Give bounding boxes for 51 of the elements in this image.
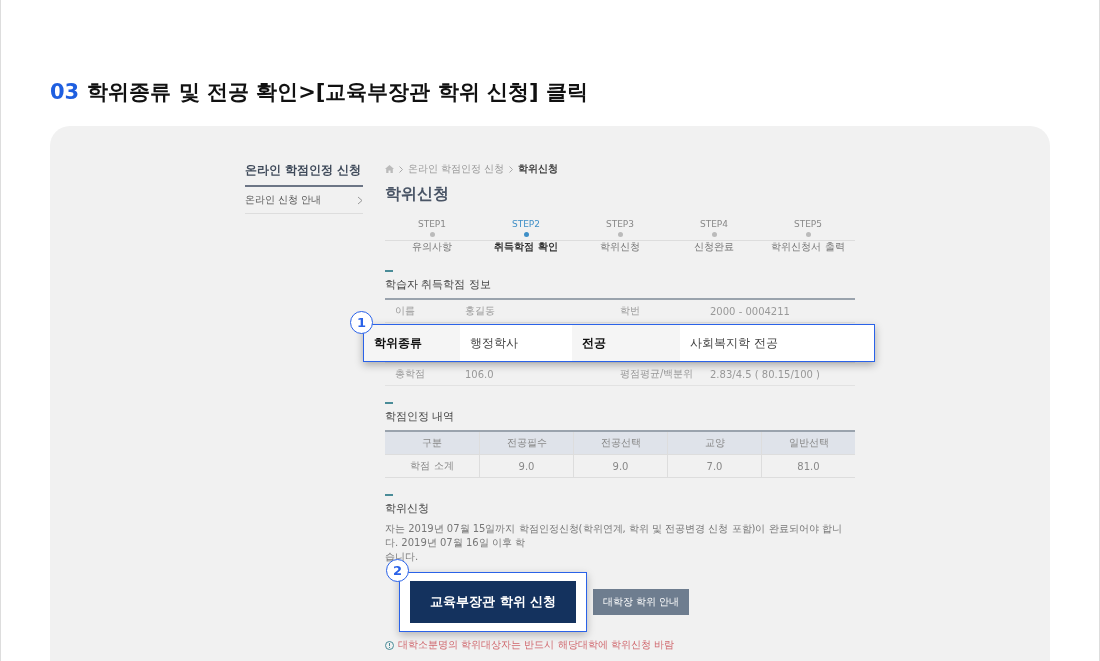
info-value: 2000 - 0004211 xyxy=(709,305,791,317)
step-label: 취득학점 확인 xyxy=(494,240,558,254)
step-number: STEP2 xyxy=(511,219,541,229)
info-value: 106.0 xyxy=(464,368,495,380)
column-header: 전공선택 xyxy=(573,432,667,454)
chevron-icon xyxy=(399,165,403,173)
info-label: 이름 xyxy=(394,304,416,318)
field-value: 사회복지학 전공 xyxy=(680,325,874,361)
info-icon xyxy=(385,640,394,650)
guide-button[interactable]: 대학장 학위 안내 xyxy=(593,589,690,615)
column-header: 일반선택 xyxy=(761,432,855,454)
section-title: 학습자 취득학점 정보 xyxy=(385,277,492,292)
page-title: 학위신청 xyxy=(385,184,450,205)
table-cell: 81.0 xyxy=(761,455,855,477)
sidebar-item[interactable]: 온라인 신청 안내 xyxy=(245,187,363,214)
table-cell-text: 학점 소계 xyxy=(409,459,455,473)
info-value: 홍길동 xyxy=(464,304,496,318)
step-label: 학위신청서 출력 xyxy=(771,240,845,254)
field-label: 전공 xyxy=(572,325,680,361)
info-value: 2.83/4.5 ( 80.15/100 ) xyxy=(709,368,821,380)
chevron-icon xyxy=(509,165,514,173)
column-header: 구분 xyxy=(421,436,443,450)
info-label: 총학점 xyxy=(394,367,426,381)
breadcrumb-link[interactable]: 학위신청 xyxy=(518,162,559,176)
notice-text: 자는 2019년 07월 15일까지 학점인정신청(학위연계, 학위 및 전공변경 신청 포함)이 완료되어야 합니다. 2019년 07월 16일 이후 학 xyxy=(385,522,843,550)
field-label: 학위종류 xyxy=(364,325,460,361)
table-cell: 9.0 xyxy=(479,455,573,477)
column-header: 교양 xyxy=(667,432,761,454)
column-header: 전공필수 xyxy=(479,432,573,454)
table-cell: 7.0 xyxy=(667,455,761,477)
step-label: 유의사항 xyxy=(412,240,452,254)
info-label: 평점평균/백분위 xyxy=(619,367,695,381)
chevron-icon xyxy=(357,195,363,205)
section-title: 학위신청 xyxy=(385,501,430,516)
step-number: STEP5 xyxy=(793,219,823,229)
sidebar-title: 온라인 학점인정 신청 xyxy=(245,162,363,187)
home-icon[interactable] xyxy=(385,165,394,173)
number-badge: 1 xyxy=(350,311,373,334)
step-number: STEP3 xyxy=(605,219,635,229)
field-value: 행정학사 xyxy=(460,325,572,361)
step-number: 03 xyxy=(50,80,80,104)
apply-button[interactable]: 교육부장관 학위 신청 xyxy=(410,581,577,623)
step-number: STEP4 xyxy=(699,219,729,229)
section-title: 학점인정 내역 xyxy=(385,409,456,424)
step-heading: 학위종류 및 전공 확인>[교육부장관 학위 신청] 클릭 xyxy=(87,79,588,106)
info-label: 학번 xyxy=(619,304,641,318)
step-label: 학위신청 xyxy=(600,240,640,254)
table-cell: 9.0 xyxy=(573,455,667,477)
step-label: 신청완료 xyxy=(694,240,734,254)
step-number: STEP1 xyxy=(417,219,447,229)
warning-text: 대학소분명의 학위대상자는 반드시 해당대학에 학위신청 바람 xyxy=(398,638,674,652)
